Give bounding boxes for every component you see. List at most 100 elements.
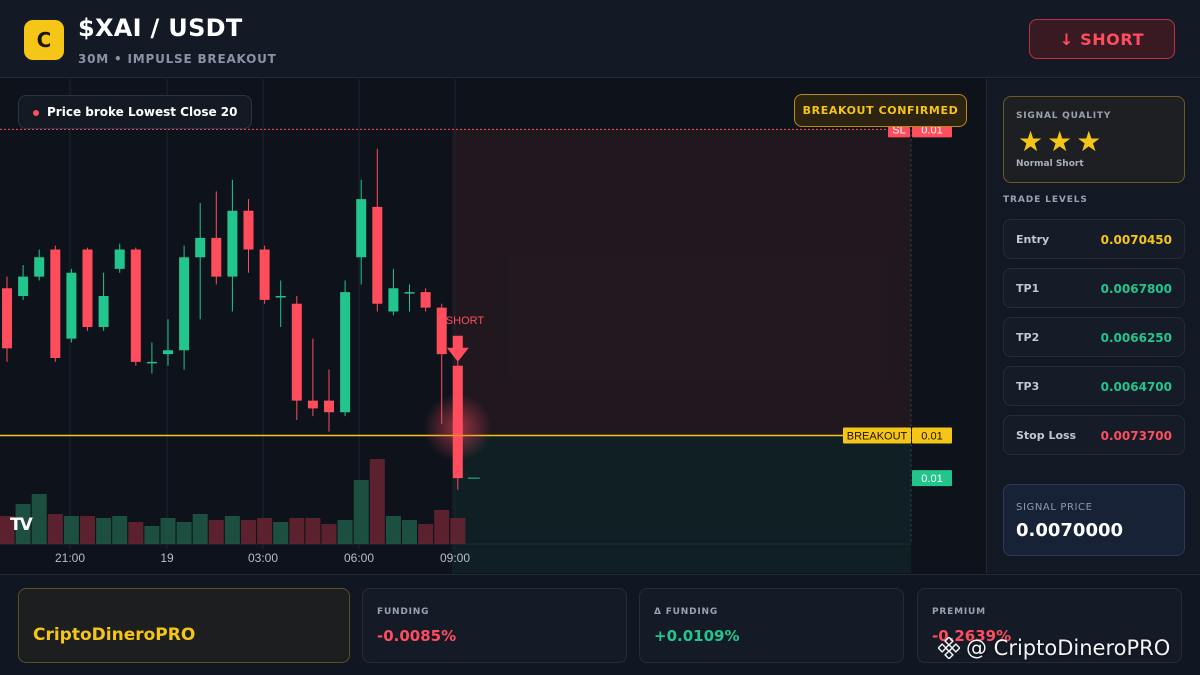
volume-bar — [257, 518, 273, 544]
candle-body — [195, 237, 206, 258]
candle-body — [163, 350, 173, 355]
volume-bar — [321, 524, 337, 544]
trade-levels-title: TRADE LEVELS — [1003, 195, 1088, 205]
volume-bar — [241, 520, 256, 544]
app-root: C $XAI / USDT 30M • IMPULSE BREAKOUT ↓ S… — [0, 0, 1200, 675]
trade-level-row: Entry 0.0070450 — [1003, 219, 1185, 259]
candle-body — [114, 249, 125, 269]
volume-bar — [128, 522, 144, 544]
candle-body — [356, 199, 367, 258]
signal-price-title: SIGNAL PRICE — [1016, 502, 1093, 513]
candle-body — [324, 400, 334, 413]
candle-body — [275, 296, 286, 298]
candle-body — [146, 361, 157, 364]
binance-icon — [938, 637, 960, 659]
price-chart[interactable]: SL 0.01 BREAKOUT 0.01 0.01 SHORT 21:00 19 03:0… — [0, 79, 985, 573]
time-tick-label: 19 — [160, 551, 174, 565]
volume-bar — [144, 526, 160, 544]
trade-level-row: TP1 0.0067800 — [1003, 268, 1185, 308]
candle-body — [98, 296, 109, 327]
delta-funding-value: +0.0109% — [654, 627, 740, 645]
candle-body — [2, 288, 12, 349]
price-break-pill: Price broke Lowest Close 20 — [18, 95, 253, 129]
volume-bar — [450, 518, 466, 544]
volume-bar — [418, 524, 434, 544]
volume-bar — [434, 510, 450, 544]
volume-bar — [273, 522, 289, 544]
volume-bar — [369, 459, 385, 544]
volume-bar — [47, 514, 63, 544]
candle-body — [307, 400, 318, 409]
volume-bar — [63, 516, 79, 544]
candle-body — [179, 257, 190, 351]
candle-body — [34, 257, 45, 277]
volume-bar — [96, 518, 112, 544]
candle-body — [243, 210, 254, 250]
candle-body — [259, 249, 270, 300]
short-button[interactable]: ↓ SHORT — [1029, 19, 1175, 59]
breakout-confirmed-badge: BREAKOUT CONFIRMED — [794, 94, 967, 127]
breakout-tag-text: BREAKOUT — [847, 431, 908, 443]
signal-price-card: SIGNAL PRICE 0.0070000 — [1003, 484, 1185, 556]
header: C $XAI / USDT 30M • IMPULSE BREAKOUT ↓ S… — [0, 0, 1200, 78]
volume-bar — [160, 518, 176, 544]
signal-price-value: 0.0070000 — [1016, 520, 1124, 541]
volume-bar — [224, 516, 240, 544]
candle-body — [211, 237, 222, 277]
time-tick-label: 21:00 — [55, 551, 85, 565]
volume-bar — [402, 520, 417, 544]
volume-bar — [305, 518, 321, 544]
current-price-tag: 0.01 — [912, 470, 952, 487]
volume-bar — [208, 520, 224, 544]
tradingview-logo[interactable]: TV — [10, 515, 33, 535]
volume-bar — [192, 514, 208, 544]
candle-body — [420, 292, 431, 308]
trade-level-name: TP3 — [1016, 380, 1040, 393]
candle-body — [227, 210, 238, 277]
breakout-tag: BREAKOUT — [843, 427, 911, 444]
timeframe-subtitle: 30M • IMPULSE BREAKOUT — [78, 52, 277, 66]
delta-funding-title: Δ FUNDING — [654, 607, 719, 617]
signal-quality-card: SIGNAL QUALITY ★★★ Normal Short — [1003, 96, 1185, 183]
watermark-text: @ CriptoDineroPRO — [966, 636, 1171, 660]
trade-level-row: TP2 0.0066250 — [1003, 317, 1185, 357]
breakout-value-tag-text: 0.01 — [921, 431, 942, 443]
volume-bar — [176, 522, 192, 544]
trade-level-row: TP3 0.0064700 — [1003, 366, 1185, 406]
brand-name: CriptoDineroPRO — [33, 625, 196, 645]
brand-card: CriptoDineroPRO — [18, 588, 350, 663]
volume-bar — [337, 520, 353, 544]
volume-bar — [289, 518, 305, 544]
short-marker-text: SHORT — [446, 315, 485, 327]
funding-value: -0.0085% — [377, 627, 457, 645]
candle-body — [130, 249, 141, 362]
status-dot — [33, 110, 39, 116]
breakout-value-tag: 0.01 — [912, 427, 952, 444]
trade-level-value: 0.0064700 — [1100, 380, 1172, 394]
time-tick-label: 03:00 — [248, 551, 278, 565]
volume-bar — [112, 516, 128, 544]
delta-funding-card: Δ FUNDING +0.0109% — [639, 588, 904, 663]
reward-zone — [451, 435, 911, 573]
watermark: @ CriptoDineroPRO — [938, 636, 1170, 660]
premium-title: PREMIUM — [932, 607, 986, 617]
trade-level-value: 0.0066250 — [1100, 331, 1172, 345]
trade-level-name: Entry — [1016, 233, 1050, 246]
candle-body — [372, 206, 383, 304]
volume-bar — [353, 480, 369, 544]
time-tick-label: 09:00 — [440, 551, 470, 565]
candlestick-chart: SL 0.01BREAKOUT 0.010.01 SHORT 21:00 19 03:0… — [0, 79, 952, 573]
volume-bar — [31, 494, 47, 544]
trade-level-name: Stop Loss — [1016, 429, 1077, 442]
trade-level-row: Stop Loss 0.0073700 — [1003, 415, 1185, 455]
pair-title: $XAI / USDT — [78, 14, 243, 42]
volume-bar — [385, 516, 401, 544]
current-price-tag-text: 0.01 — [921, 473, 942, 485]
price-break-text: Price broke Lowest Close 20 — [47, 105, 238, 119]
candle-body — [340, 292, 351, 413]
candle-body — [404, 292, 415, 294]
funding-title: FUNDING — [377, 607, 430, 617]
trade-level-value: 0.0073700 — [1100, 429, 1172, 443]
signal-panel: SIGNAL QUALITY ★★★ Normal Short TRADE LE… — [986, 79, 1200, 573]
trade-level-value: 0.0070450 — [1100, 233, 1172, 247]
